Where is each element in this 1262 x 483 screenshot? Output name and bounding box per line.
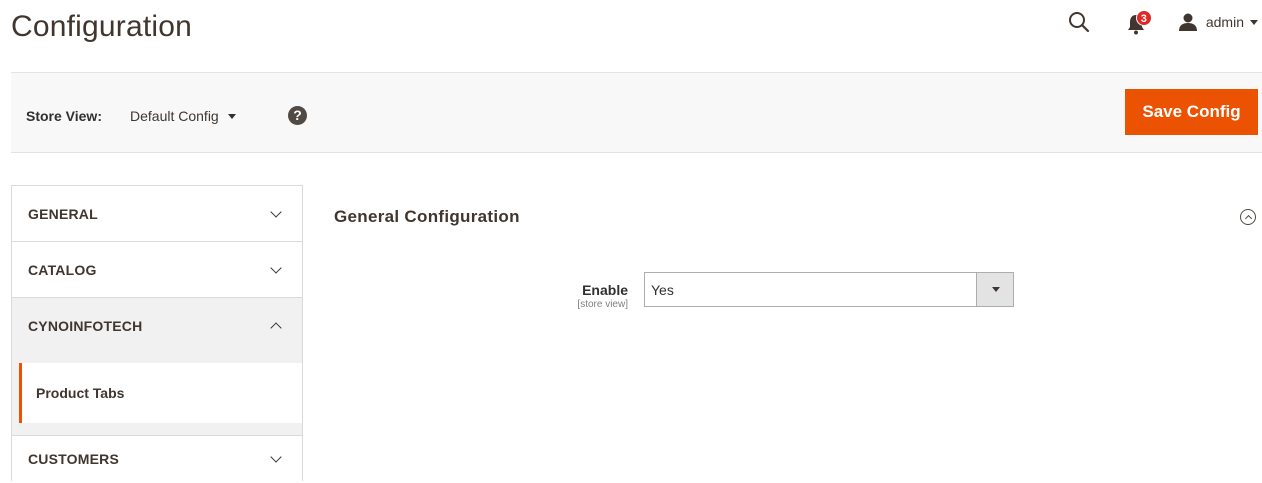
chevron-down-icon <box>1250 19 1258 25</box>
sidebar-tab-cynoinfotech[interactable]: CYNOINFOTECH <box>11 297 303 353</box>
field-label: Enable <box>582 282 628 298</box>
store-view-current: Default Config <box>130 108 219 124</box>
sidebar-item-label: Product Tabs <box>36 385 125 401</box>
store-view-switcher[interactable]: Default Config <box>130 108 236 124</box>
chevron-down-icon <box>227 113 236 119</box>
sidebar-tab-catalog[interactable]: CATALOG <box>11 241 303 297</box>
user-icon <box>1178 13 1197 31</box>
collapse-section-icon[interactable] <box>1240 209 1256 225</box>
sidebar-tab-customers[interactable]: CUSTOMERS <box>11 435 303 481</box>
config-sidebar: GENERAL CATALOG CYNOINFOTECH Product Tab… <box>11 185 303 481</box>
user-menu[interactable]: admin <box>1178 13 1258 31</box>
section-title[interactable]: General Configuration <box>334 207 520 227</box>
notification-count-badge: 3 <box>1135 10 1152 26</box>
sidebar-tab-label: GENERAL <box>28 205 98 222</box>
header-actions: 3 admin <box>1068 0 1262 44</box>
chevron-down-icon <box>270 450 282 463</box>
chevron-down-icon <box>270 261 282 274</box>
search-icon[interactable] <box>1068 11 1090 33</box>
field-scope: [store view] <box>577 299 628 310</box>
enable-field-label: Enable [store view] <box>577 282 628 310</box>
notifications-button[interactable]: 3 <box>1126 9 1152 35</box>
page-title: Configuration <box>11 10 193 43</box>
store-view-bar: Store View: Default Config ? Save Config <box>11 72 1262 153</box>
enable-select[interactable]: Yes <box>644 272 1014 307</box>
sidebar-subitems: Product Tabs <box>11 353 303 435</box>
dropdown-arrow-icon <box>976 273 1013 306</box>
sidebar-tab-label: CATALOG <box>28 261 97 278</box>
chevron-down-icon <box>270 205 282 218</box>
select-value: Yes <box>651 282 674 298</box>
user-name: admin <box>1205 14 1244 30</box>
save-config-button[interactable]: Save Config <box>1125 89 1258 135</box>
sidebar-item-product-tabs[interactable]: Product Tabs <box>19 363 302 423</box>
sidebar-tab-label: CYNOINFOTECH <box>28 317 143 334</box>
sidebar-tab-general[interactable]: GENERAL <box>11 185 303 241</box>
chevron-up-icon <box>270 321 282 334</box>
sidebar-tab-label: CUSTOMERS <box>28 450 119 467</box>
help-icon[interactable]: ? <box>288 106 307 125</box>
store-view-label: Store View: <box>26 108 102 124</box>
